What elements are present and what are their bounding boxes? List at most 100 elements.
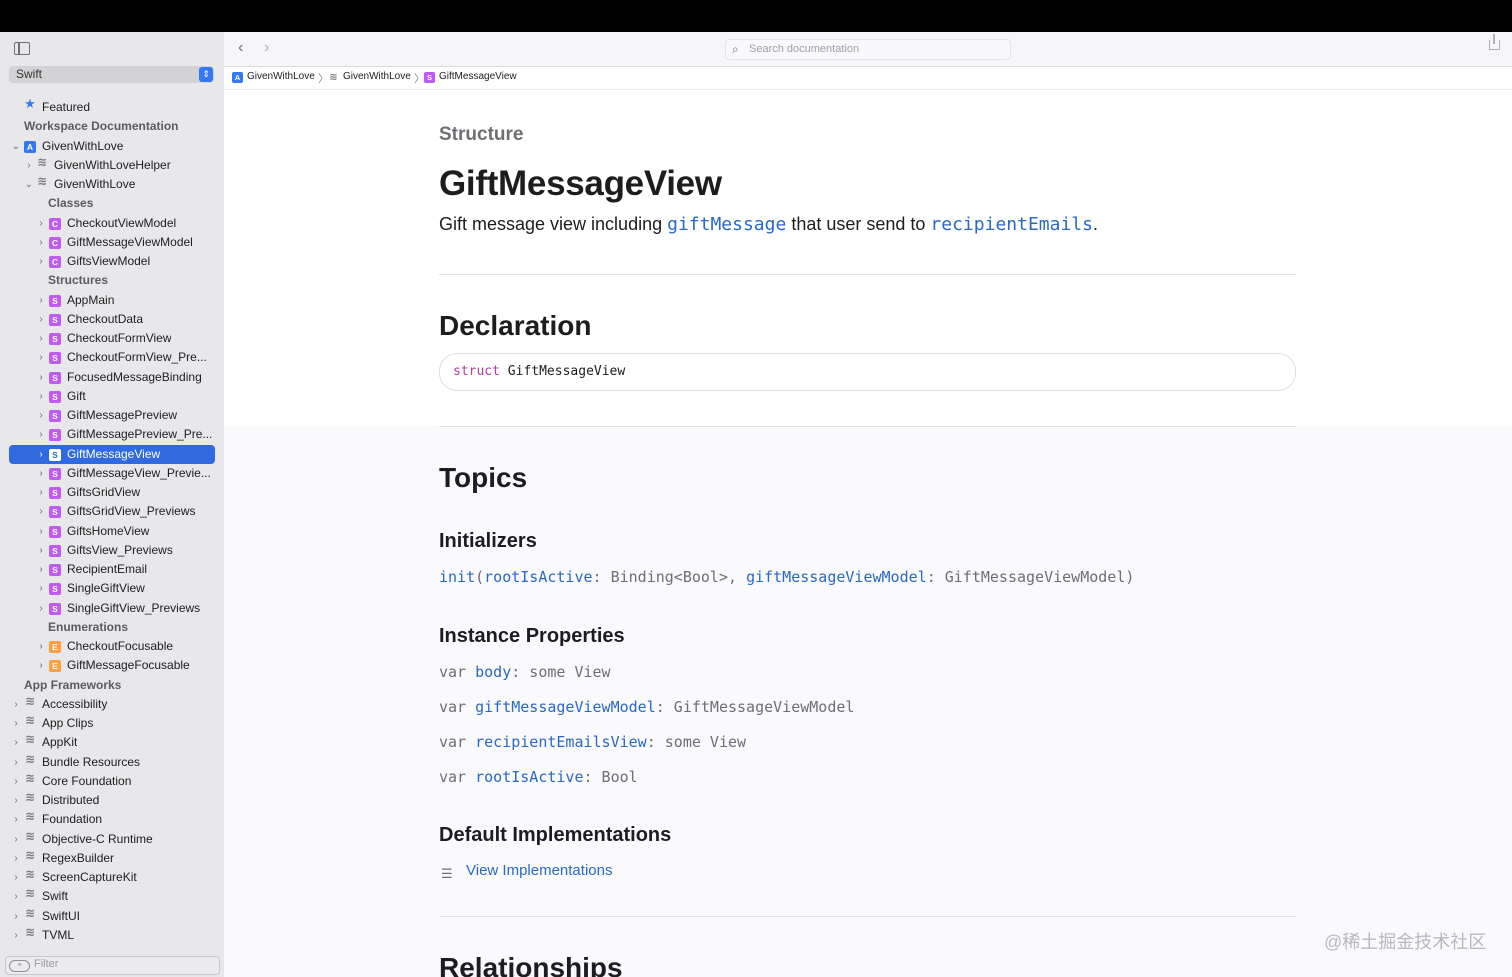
sidebar-item-objective-c-runtime[interactable]: › ≋ Objective-C Runtime bbox=[0, 830, 224, 849]
sidebar-toggle-icon[interactable] bbox=[14, 42, 30, 55]
sidebar-item-checkoutviewmodel[interactable]: › C CheckoutViewModel bbox=[0, 214, 224, 233]
chevron-right-icon[interactable]: › bbox=[36, 291, 46, 310]
property-signature[interactable]: var body: some View bbox=[439, 663, 611, 681]
chevron-right-icon[interactable]: › bbox=[36, 464, 46, 483]
chevron-right-icon[interactable]: › bbox=[36, 233, 46, 252]
sidebar-item-giftmessageview-previe[interactable]: › S GiftMessageView_Previe... bbox=[0, 464, 224, 483]
sidebar-item-featured[interactable]: ★ Featured bbox=[0, 97, 224, 117]
search-field[interactable]: ⌕ Search documentation bbox=[725, 39, 1011, 60]
sidebar-item-accessibility[interactable]: › ≋ Accessibility bbox=[0, 695, 224, 714]
chevron-right-icon[interactable]: › bbox=[36, 502, 46, 521]
chevron-right-icon[interactable]: › bbox=[11, 926, 21, 945]
property-signature[interactable]: var recipientEmailsView: some View bbox=[439, 733, 746, 751]
sidebar-item-focusedmessagebinding[interactable]: › S FocusedMessageBinding bbox=[0, 368, 224, 387]
sidebar-item-label: GivenWithLoveHelper bbox=[54, 157, 171, 172]
sidebar-item-checkoutfocusable[interactable]: › E CheckoutFocusable bbox=[0, 637, 224, 656]
sidebar-item-checkoutformview-pre[interactable]: › S CheckoutFormView_Pre... bbox=[0, 348, 224, 367]
property-signature[interactable]: var rootIsActive: Bool bbox=[439, 768, 638, 786]
sidebar-item-checkoutformview[interactable]: › S CheckoutFormView bbox=[0, 329, 224, 348]
sidebar-item-givenwithlove[interactable]: ⌄ A GivenWithLove bbox=[0, 137, 224, 156]
back-icon[interactable]: ‹ bbox=[238, 39, 243, 57]
breadcrumb-item-project[interactable]: A GivenWithLove bbox=[232, 71, 315, 83]
chevron-right-icon[interactable]: › bbox=[36, 541, 46, 560]
chevron-right-icon[interactable]: › bbox=[36, 310, 46, 329]
forward-icon[interactable]: › bbox=[264, 39, 269, 57]
chevron-right-icon[interactable]: › bbox=[36, 368, 46, 387]
chevron-right-icon[interactable]: › bbox=[36, 579, 46, 598]
sidebar-item-singlegiftview-previews[interactable]: › S SingleGiftView_Previews bbox=[0, 599, 224, 618]
chevron-right-icon[interactable]: › bbox=[36, 214, 46, 233]
sidebar-item-giftsviewmodel[interactable]: › C GiftsViewModel bbox=[0, 252, 224, 271]
sidebar-item-singlegiftview[interactable]: › S SingleGiftView bbox=[0, 579, 224, 598]
chevron-right-icon[interactable]: › bbox=[11, 830, 21, 849]
sidebar-item-giftmessagefocusable[interactable]: › E GiftMessageFocusable bbox=[0, 656, 224, 675]
sidebar-item-distributed[interactable]: › ≋ Distributed bbox=[0, 791, 224, 810]
chevron-right-icon[interactable]: › bbox=[36, 387, 46, 406]
sidebar-item-giftmessageview[interactable]: › S GiftMessageView bbox=[9, 444, 215, 464]
property-signature[interactable]: var giftMessageViewModel: GiftMessageVie… bbox=[439, 698, 854, 716]
language-selector[interactable]: Swift ⇕ bbox=[9, 66, 214, 83]
sidebar-item-appkit[interactable]: › ≋ AppKit bbox=[0, 733, 224, 752]
chevron-right-icon[interactable]: › bbox=[36, 522, 46, 541]
sidebar-item-swift[interactable]: › ≋ Swift bbox=[0, 887, 224, 906]
sidebar-item-label: RecipientEmail bbox=[67, 562, 148, 576]
chevron-right-icon[interactable]: › bbox=[36, 348, 46, 367]
giftmessage-link[interactable]: giftMessage bbox=[667, 214, 786, 235]
sidebar-item-giftmessagepreview-pre[interactable]: › S GiftMessagePreview_Pre... bbox=[0, 425, 224, 444]
chevron-right-icon[interactable]: › bbox=[11, 849, 21, 868]
chevron-right-icon[interactable]: › bbox=[36, 445, 46, 464]
chevron-updown-icon[interactable]: ⇕ bbox=[199, 67, 213, 82]
chevron-down-icon[interactable]: ⌄ bbox=[24, 175, 34, 194]
sidebar-item-checkoutdata[interactable]: › S CheckoutData bbox=[0, 310, 224, 329]
sidebar-item-giftsgridview-previews[interactable]: › S GiftsGridView_Previews bbox=[0, 502, 224, 521]
sidebar-item-recipientemail[interactable]: › S RecipientEmail bbox=[0, 560, 224, 579]
section-header-classes: Classes bbox=[0, 194, 224, 213]
sidebar-item-giftsgridview[interactable]: › S GiftsGridView bbox=[0, 483, 224, 502]
initializer-signature[interactable]: init(rootIsActive: Binding<Bool>, giftMe… bbox=[439, 568, 1134, 586]
chevron-right-icon[interactable]: › bbox=[11, 733, 21, 752]
chevron-right-icon[interactable]: › bbox=[36, 252, 46, 271]
sidebar-item-giftsview-previews[interactable]: › S GiftsView_Previews bbox=[0, 541, 224, 560]
chevron-right-icon[interactable]: › bbox=[36, 483, 46, 502]
sidebar-item-giftmessagepreview[interactable]: › S GiftMessagePreview bbox=[0, 406, 224, 425]
sidebar-item-swiftui[interactable]: › ≋ SwiftUI bbox=[0, 907, 224, 926]
sidebar-item-bundle-resources[interactable]: › ≋ Bundle Resources bbox=[0, 753, 224, 772]
chevron-right-icon[interactable]: › bbox=[11, 791, 21, 810]
chevron-right-icon[interactable]: › bbox=[11, 753, 21, 772]
chevron-right-icon[interactable]: › bbox=[24, 156, 34, 175]
breadcrumb-item-module[interactable]: ≋ GivenWithLove bbox=[328, 71, 411, 83]
sidebar-item-tvml[interactable]: › ≋ TVML bbox=[0, 926, 224, 945]
chevron-right-icon[interactable]: › bbox=[36, 637, 46, 656]
filter-field[interactable]: ≡ Filter bbox=[5, 956, 220, 975]
chevron-right-icon[interactable]: › bbox=[11, 868, 21, 887]
sidebar-item-giftmessageviewmodel[interactable]: › C GiftMessageViewModel bbox=[0, 233, 224, 252]
chevron-right-icon[interactable]: › bbox=[11, 695, 21, 714]
chevron-right-icon[interactable]: › bbox=[36, 656, 46, 675]
chevron-right-icon[interactable]: › bbox=[11, 907, 21, 926]
breadcrumb-item-symbol[interactable]: S GiftMessageView bbox=[424, 71, 517, 83]
chevron-right-icon[interactable]: › bbox=[36, 425, 46, 444]
sidebar-item-givenwithlovehelper[interactable]: › ≋ GivenWithLoveHelper bbox=[0, 156, 224, 175]
recipientemails-link[interactable]: recipientEmails bbox=[930, 214, 1093, 235]
chevron-right-icon[interactable]: › bbox=[36, 599, 46, 618]
chevron-right-icon[interactable]: › bbox=[11, 714, 21, 733]
sidebar-item-givenwithlove[interactable]: ⌄ ≋ GivenWithLove bbox=[0, 175, 224, 194]
chevron-right-icon[interactable]: › bbox=[11, 772, 21, 791]
instance-properties-heading: Instance Properties bbox=[439, 625, 625, 647]
sidebar-item-gift[interactable]: › S Gift bbox=[0, 387, 224, 406]
sidebar-item-giftshomeview[interactable]: › S GiftsHomeView bbox=[0, 522, 224, 541]
chevron-right-icon[interactable]: › bbox=[36, 329, 46, 348]
sidebar-item-screencapturekit[interactable]: › ≋ ScreenCaptureKit bbox=[0, 868, 224, 887]
chevron-right-icon[interactable]: › bbox=[36, 560, 46, 579]
sidebar-item-app-clips[interactable]: › ≋ App Clips bbox=[0, 714, 224, 733]
sidebar-item-foundation[interactable]: › ≋ Foundation bbox=[0, 810, 224, 829]
chevron-right-icon[interactable]: › bbox=[11, 810, 21, 829]
sidebar-item-regexbuilder[interactable]: › ≋ RegexBuilder bbox=[0, 849, 224, 868]
chevron-right-icon[interactable]: › bbox=[36, 406, 46, 425]
sidebar-item-core-foundation[interactable]: › ≋ Core Foundation bbox=[0, 772, 224, 791]
share-icon[interactable] bbox=[1489, 34, 1500, 50]
chevron-down-icon[interactable]: ⌄ bbox=[11, 137, 21, 156]
chevron-right-icon[interactable]: › bbox=[11, 887, 21, 906]
sidebar-item-appmain[interactable]: › S AppMain bbox=[0, 291, 224, 310]
view-implementations-link[interactable]: View Implementations bbox=[466, 862, 612, 879]
